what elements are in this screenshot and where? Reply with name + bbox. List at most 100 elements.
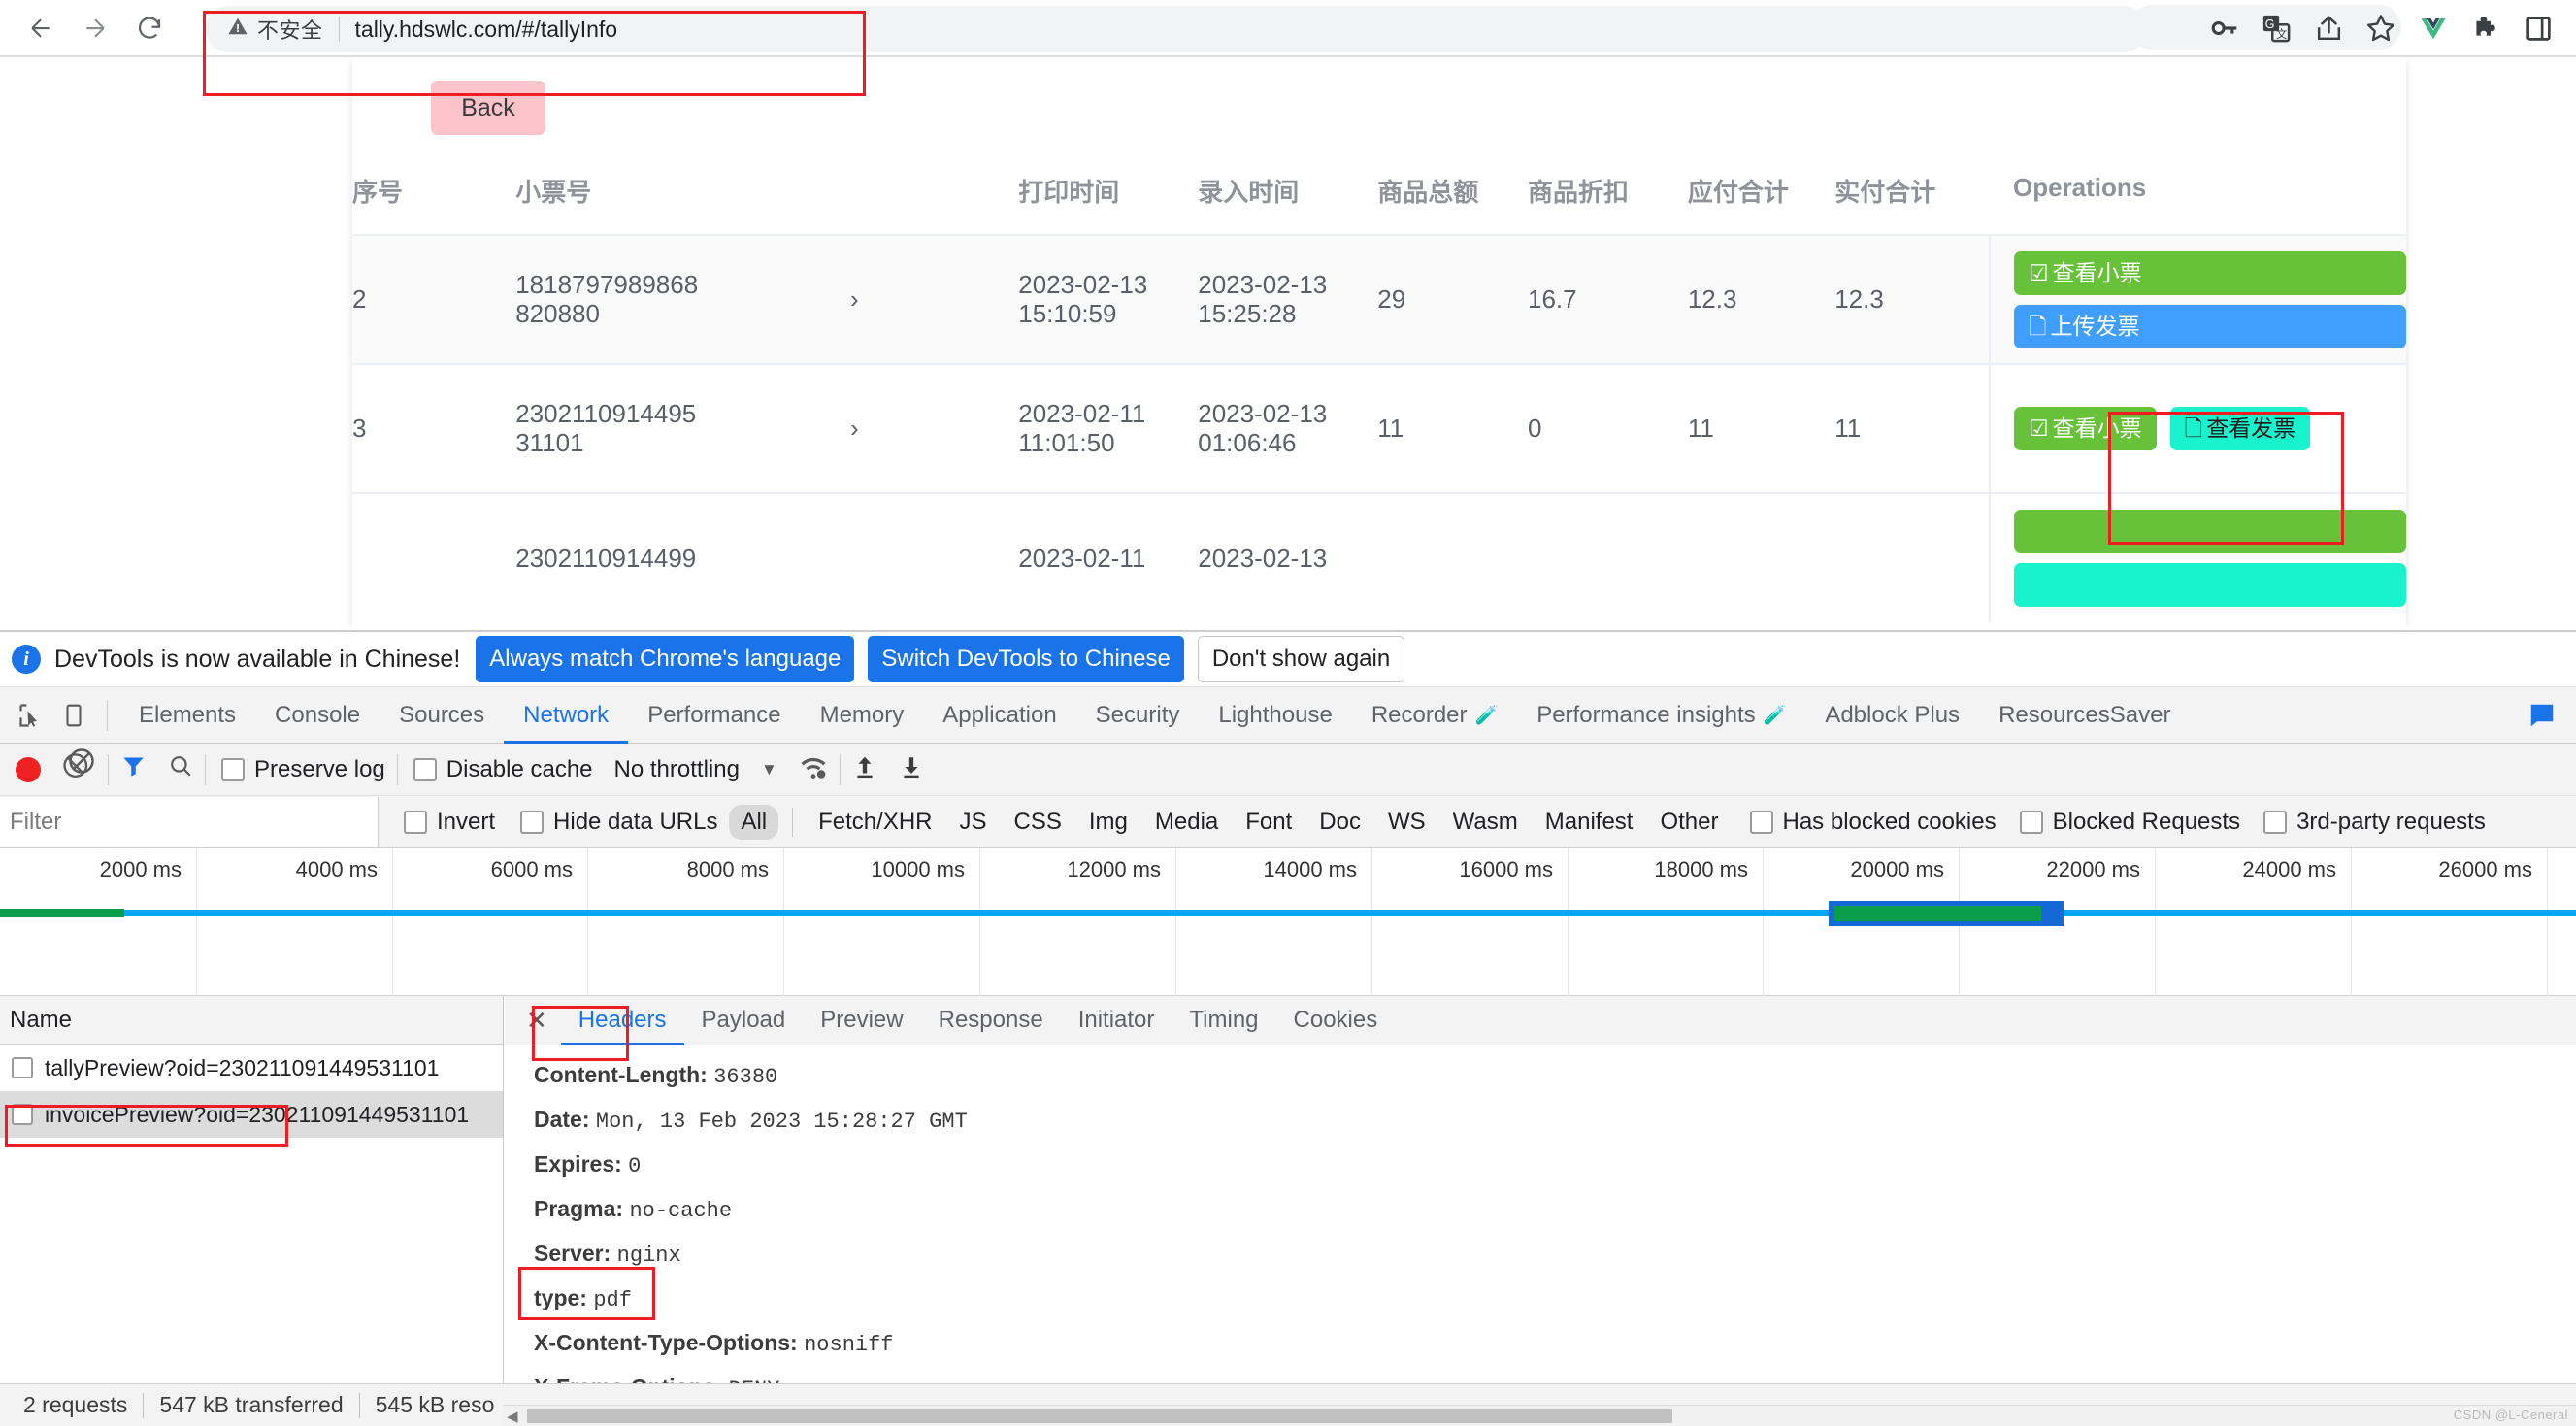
list-item[interactable]: invoicePreview?oid=230211091449531101 xyxy=(0,1091,503,1138)
filter-type-ws[interactable]: WS xyxy=(1376,805,1437,840)
overview-gridline xyxy=(1175,848,1176,996)
address-bar[interactable]: 不安全 tally.hdswlc.com/#/tallyInfo xyxy=(206,6,2147,52)
view-receipt-button-row4[interactable] xyxy=(2014,510,2406,553)
translate-icon[interactable]: G文 xyxy=(2250,4,2302,52)
expand-row-icon[interactable]: › xyxy=(850,363,1019,493)
tab-payload[interactable]: Payload xyxy=(684,996,804,1045)
filter-type-css[interactable]: CSS xyxy=(1003,805,1073,840)
tab-lighthouse[interactable]: Lighthouse xyxy=(1199,687,1351,744)
back-icon[interactable] xyxy=(14,4,68,52)
expand-row-icon[interactable] xyxy=(850,492,1019,622)
wifi-gear-icon[interactable] xyxy=(799,752,828,786)
network-filter-bar: Invert Hide data URLs All Fetch/XHR JS C… xyxy=(0,796,2576,848)
tab-network[interactable]: Network xyxy=(504,687,628,744)
feedback-icon[interactable] xyxy=(2522,695,2562,736)
inspect-element-icon[interactable] xyxy=(10,694,52,737)
funnel-icon[interactable] xyxy=(120,753,147,786)
preserve-log-checkbox[interactable]: Preserve log xyxy=(221,756,385,783)
extensions-puzzle-icon[interactable] xyxy=(2460,4,2512,52)
scroll-left-arrow-icon[interactable]: ◀ xyxy=(507,1408,518,1425)
tab-initiator[interactable]: Initiator xyxy=(1061,996,1172,1045)
invert-checkbox[interactable]: Invert xyxy=(404,809,495,836)
cell-operations: ☑ 查看小票 🗋 上传发票 xyxy=(1989,234,2406,364)
entry-time: 15:25:28 xyxy=(1198,298,1297,328)
invert-label: Invert xyxy=(437,808,496,835)
tab-cookies[interactable]: Cookies xyxy=(1276,996,1396,1045)
close-icon[interactable]: ✕ xyxy=(512,1006,561,1036)
list-item[interactable]: tallyPreview?oid=230211091449531101 xyxy=(0,1045,503,1091)
tab-elements[interactable]: Elements xyxy=(119,687,255,744)
print-time: 11:01:50 xyxy=(1018,427,1115,457)
tab-resources-saver[interactable]: ResourcesSaver xyxy=(1979,687,2190,744)
view-receipt-button[interactable]: ☑ 查看小票 xyxy=(2014,407,2157,450)
record-dot-icon[interactable] xyxy=(16,756,41,782)
cell-paid-total: 12.3 xyxy=(1834,234,1990,364)
checkbox-box xyxy=(2263,810,2288,834)
has-blocked-cookies-checkbox[interactable]: Has blocked cookies xyxy=(1749,809,1997,836)
network-overview-timeline[interactable]: 2000 ms 4000 ms 6000 ms 8000 ms 10000 ms 1200… xyxy=(0,848,2576,996)
third-party-requests-checkbox[interactable]: 3rd-party requests xyxy=(2263,809,2486,836)
filter-type-wasm[interactable]: Wasm xyxy=(1441,805,1530,840)
tab-label: Memory xyxy=(819,701,905,728)
view-receipt-button[interactable]: ☑ 查看小票 xyxy=(2014,250,2406,295)
throttling-select[interactable]: No throttling xyxy=(614,756,740,783)
filter-type-img[interactable]: Img xyxy=(1077,805,1139,840)
tab-security[interactable]: Security xyxy=(1076,687,1200,744)
switch-devtools-language-button[interactable]: Switch DevTools to Chinese xyxy=(868,636,1184,682)
filter-type-other[interactable]: Other xyxy=(1648,805,1730,840)
filter-type-media[interactable]: Media xyxy=(1143,805,1230,840)
back-button[interactable]: Back xyxy=(431,81,545,135)
upload-arrow-icon[interactable] xyxy=(852,754,877,784)
search-icon[interactable] xyxy=(168,753,193,785)
forward-icon[interactable] xyxy=(68,4,122,52)
filter-type-manifest[interactable]: Manifest xyxy=(1534,805,1645,840)
security-status-label: 不安全 xyxy=(257,18,323,43)
checkbox-box xyxy=(221,757,246,781)
filter-type-font[interactable]: Font xyxy=(1234,805,1304,840)
blocked-requests-checkbox[interactable]: Blocked Requests xyxy=(2019,809,2240,836)
filter-type-all[interactable]: All xyxy=(729,804,779,840)
clear-icon[interactable]: 🛇 xyxy=(62,746,96,793)
view-invoice-button-row4[interactable] xyxy=(2014,563,2406,607)
filter-type-js[interactable]: JS xyxy=(948,805,999,840)
cell-ticket-no: 2302110914499 xyxy=(515,492,851,622)
tab-response[interactable]: Response xyxy=(921,996,1061,1045)
chevron-down-icon[interactable]: ▼ xyxy=(761,760,777,779)
always-match-language-button[interactable]: Always match Chrome's language xyxy=(476,636,855,682)
tab-timing[interactable]: Timing xyxy=(1172,996,1275,1045)
toggle-device-toolbar-icon[interactable] xyxy=(52,694,95,737)
tab-recorder[interactable]: Recorder 🧪 xyxy=(1352,687,1517,744)
expand-row-icon[interactable]: › xyxy=(850,234,1019,364)
tab-console[interactable]: Console xyxy=(255,687,380,744)
download-arrow-icon[interactable] xyxy=(899,754,924,784)
dont-show-again-button[interactable]: Don't show again xyxy=(1197,636,1405,682)
share-icon[interactable] xyxy=(2302,4,2355,52)
tab-memory[interactable]: Memory xyxy=(801,687,924,744)
header-value: Mon, 13 Feb 2023 15:28:27 GMT xyxy=(595,1110,968,1134)
horizontal-scrollbar[interactable]: ◀ xyxy=(504,1405,2576,1426)
tab-preview[interactable]: Preview xyxy=(803,996,920,1045)
key-icon[interactable] xyxy=(2197,4,2250,52)
tab-performance-insights[interactable]: Performance insights 🧪 xyxy=(1517,687,1805,744)
tab-sources[interactable]: Sources xyxy=(380,687,504,744)
filter-type-fetch-xhr[interactable]: Fetch/XHR xyxy=(807,805,943,840)
upload-invoice-button[interactable]: 🗋 上传发票 xyxy=(2014,304,2406,348)
vue-devtools-icon[interactable] xyxy=(2407,4,2460,52)
tab-adblock-plus[interactable]: Adblock Plus xyxy=(1805,687,1979,744)
reload-icon[interactable] xyxy=(122,4,177,52)
star-icon[interactable] xyxy=(2355,4,2407,52)
disable-cache-checkbox[interactable]: Disable cache xyxy=(413,756,593,783)
hide-data-urls-checkbox[interactable]: Hide data URLs xyxy=(520,809,717,836)
network-lower-pane: Name tallyPreview?oid=230211091449531101… xyxy=(0,996,2576,1401)
tab-application[interactable]: Application xyxy=(923,687,1075,744)
sidebar-panel-icon[interactable] xyxy=(2512,4,2564,52)
notice-text: DevTools is now available in Chinese! xyxy=(54,645,461,673)
warning-triangle-icon xyxy=(227,16,248,43)
tab-performance[interactable]: Performance xyxy=(628,687,800,744)
view-invoice-button[interactable]: 🗋 查看发票 xyxy=(2169,407,2311,450)
url-text[interactable]: tally.hdswlc.com/#/tallyInfo xyxy=(355,17,618,43)
filter-type-doc[interactable]: Doc xyxy=(1307,805,1372,840)
tab-headers[interactable]: Headers xyxy=(561,996,684,1045)
filter-input[interactable] xyxy=(0,796,379,847)
scrollbar-thumb[interactable] xyxy=(527,1409,1672,1423)
